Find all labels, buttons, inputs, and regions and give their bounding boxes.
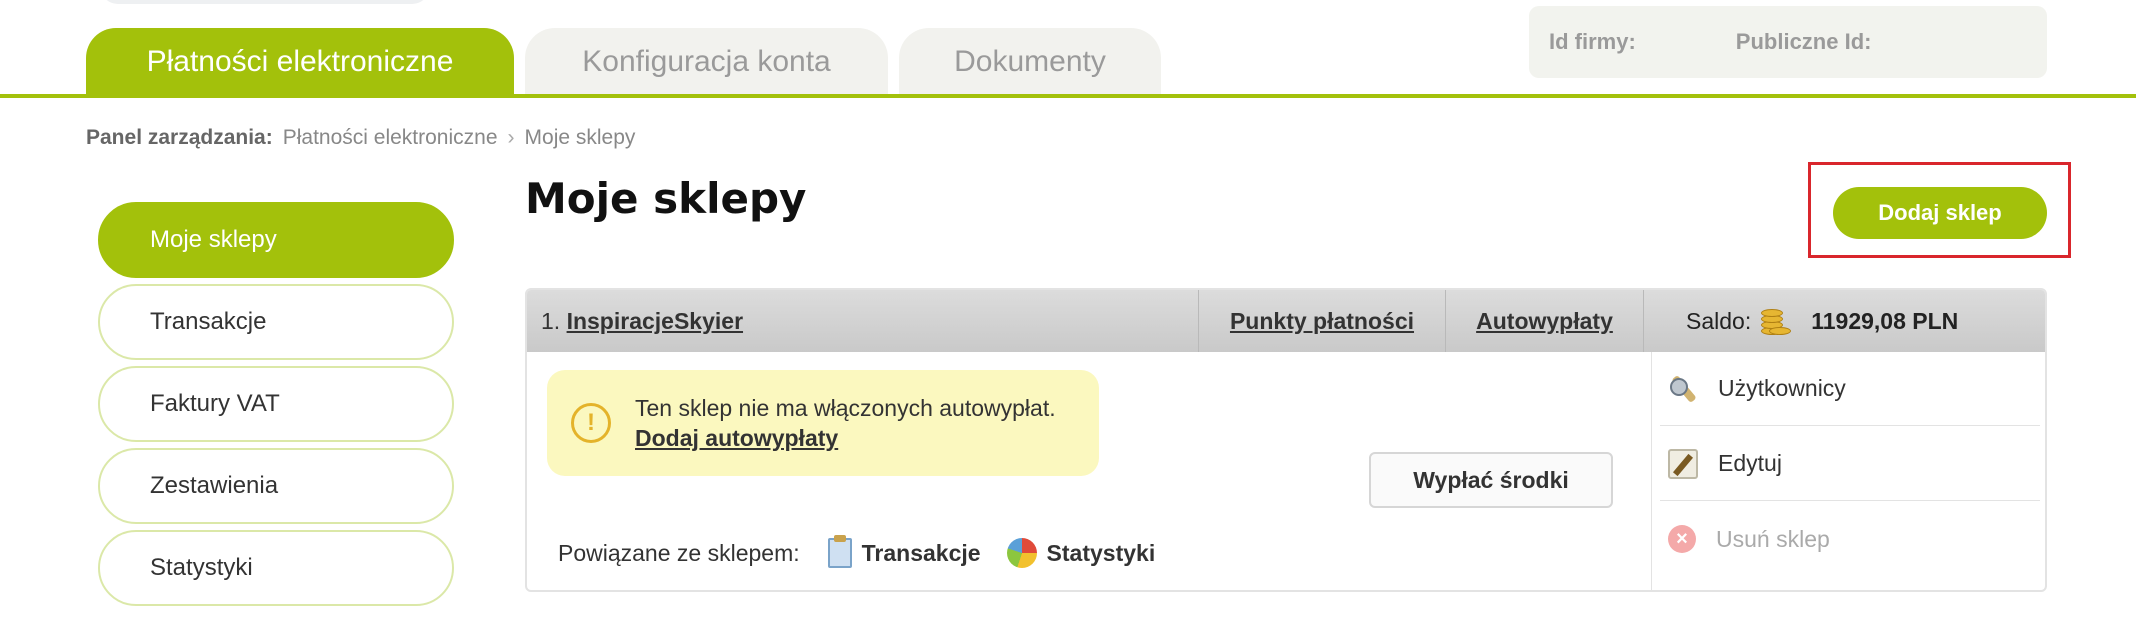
coins-icon (1757, 305, 1792, 337)
users-action-label: Użytkownicy (1718, 375, 1846, 401)
pie-chart-icon (1006, 538, 1037, 568)
autopayouts-link[interactable]: Autowypłaty (1476, 308, 1613, 335)
related-statistics-link[interactable]: Statystyki (1006, 538, 1156, 568)
related-label: Powiązane ze sklepem: (558, 539, 800, 566)
warning-text: Ten sklep nie ma włączonych autowypłat. (635, 395, 1056, 421)
related-transactions-label: Transakcje (861, 539, 981, 566)
delete-icon: × (1668, 525, 1696, 553)
breadcrumb-current: Moje sklepy (524, 126, 636, 149)
breadcrumb-label: Panel zarządzania: (86, 126, 273, 149)
breadcrumb: Panel zarządzania: Płatności elektronicz… (86, 126, 635, 150)
shop-name-cell: 1. InspiracjeSkyier (527, 290, 1199, 352)
users-icon (1668, 374, 1698, 404)
sidebar-item-vat-invoices[interactable]: Faktury VAT (98, 366, 454, 442)
shop-actions: Użytkownicy Edytuj × Usuń sklep (1651, 352, 2045, 590)
sidebar: Moje sklepy Transakcje Faktury VAT Zesta… (98, 202, 454, 612)
autopayout-warning: ! Ten sklep nie ma włączonych autowypłat… (547, 370, 1099, 476)
related-links: Powiązane ze sklepem: Transakcje Statyst… (558, 535, 1181, 568)
add-shop-button[interactable]: Dodaj sklep (1833, 187, 2047, 239)
payment-points-cell: Punkty płatności (1199, 290, 1446, 352)
sidebar-item-my-shops[interactable]: Moje sklepy (98, 202, 454, 278)
shop-header: 1. InspiracjeSkyier Punkty płatności Aut… (527, 290, 2045, 352)
balance-value: 11929,08 PLN (1811, 307, 1959, 334)
balance-label: Saldo: (1686, 307, 1752, 334)
page-title: Moje sklepy (525, 174, 807, 223)
tab-account-configuration[interactable]: Konfiguracja konta (525, 28, 888, 96)
public-id-label: Publiczne Id: (1735, 29, 1872, 54)
clipboard-icon (827, 535, 852, 568)
breadcrumb-link-electronic-payments[interactable]: Płatności elektroniczne (283, 126, 498, 150)
related-statistics-label: Statystyki (1046, 539, 1156, 566)
warning-message: Ten sklep nie ma włączonych autowypłat. … (635, 393, 1056, 453)
shop-index: 1. (541, 307, 561, 334)
edit-action-label: Edytuj (1718, 450, 1782, 476)
add-autopayouts-link[interactable]: Dodaj autowypłaty (635, 423, 1056, 453)
sidebar-item-reports[interactable]: Zestawienia (98, 448, 454, 524)
withdraw-funds-button[interactable]: Wypłać środki (1369, 452, 1613, 508)
delete-action-label: Usuń sklep (1716, 525, 1830, 552)
warning-icon: ! (571, 403, 611, 443)
payment-points-link[interactable]: Punkty płatności (1230, 308, 1414, 335)
add-shop-highlight: Dodaj sklep (1808, 162, 2071, 258)
tab-underline (0, 94, 2136, 98)
shop-panel: 1. InspiracjeSkyier Punkty płatności Aut… (525, 288, 2047, 592)
edit-action[interactable]: Edytuj (1660, 427, 2040, 501)
related-transactions-link[interactable]: Transakcje (827, 535, 981, 568)
company-id-box: Id firmy: Publiczne Id: (1529, 6, 2047, 78)
delete-shop-action[interactable]: × Usuń sklep (1660, 502, 2040, 576)
sidebar-item-transactions[interactable]: Transakcje (98, 284, 454, 360)
tab-electronic-payments[interactable]: Płatności elektroniczne (86, 28, 514, 96)
breadcrumb-separator: › (507, 126, 515, 149)
balance-cell: Saldo: 11929,08 PLN (1644, 290, 1958, 352)
company-id-label: Id firmy: (1549, 29, 1636, 54)
sidebar-item-statistics[interactable]: Statystyki (98, 530, 454, 606)
shop-name-link[interactable]: InspiracjeSkyier (567, 308, 743, 335)
autopayouts-cell: Autowypłaty (1446, 290, 1644, 352)
tab-documents[interactable]: Dokumenty (899, 28, 1161, 96)
edit-icon (1668, 448, 1698, 479)
users-action[interactable]: Użytkownicy (1660, 352, 2040, 426)
